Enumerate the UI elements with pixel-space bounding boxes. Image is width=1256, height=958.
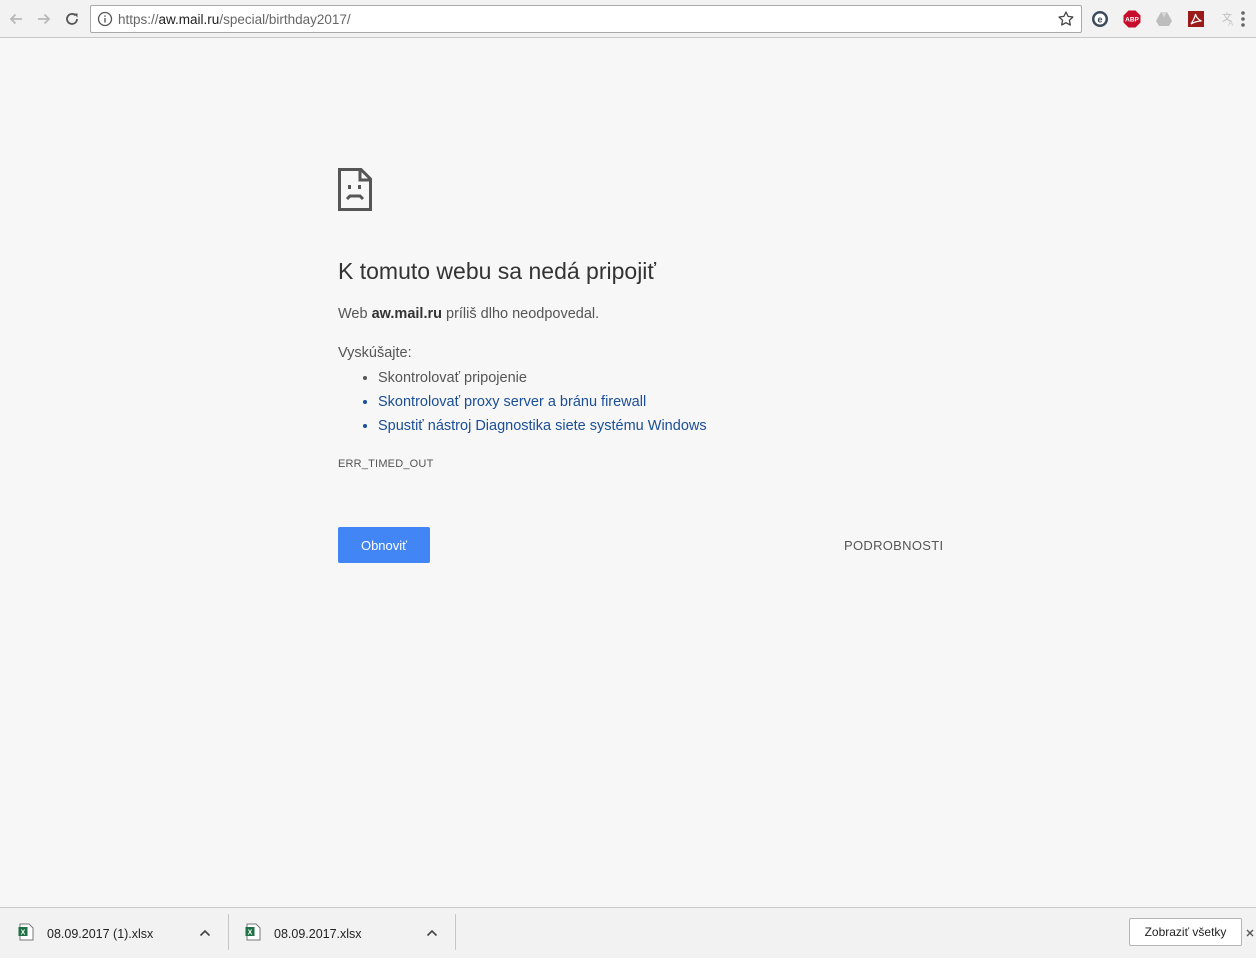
reload-button[interactable] <box>60 7 84 31</box>
suggestion-check-proxy-link[interactable]: Skontrolovať proxy server a bránu firewa… <box>378 390 707 414</box>
e-extension-icon[interactable]: e <box>1091 10 1109 28</box>
drive-icon[interactable] <box>1155 10 1173 28</box>
excel-file-icon: X <box>245 923 261 941</box>
forward-button[interactable] <box>32 7 56 31</box>
error-description-host: aw.mail.ru <box>371 306 442 322</box>
acrobat-icon[interactable] <box>1187 10 1205 28</box>
suggestion-check-connection: Skontrolovať pripojenie <box>378 366 707 390</box>
menu-icon[interactable] <box>1240 8 1246 30</box>
download-item[interactable]: X 08.09.2017 (1).xlsx <box>0 908 228 958</box>
browser-toolbar: https://aw.mail.ru/special/birthday2017/… <box>0 0 1256 38</box>
reload-page-button[interactable]: Obnoviť <box>338 527 430 563</box>
arrow-right-icon <box>38 13 51 25</box>
download-separator <box>455 914 456 950</box>
download-item[interactable]: X 08.09.2017.xlsx <box>229 908 455 958</box>
svg-text:X: X <box>21 930 26 937</box>
download-shelf: X 08.09.2017 (1).xlsx X 08.09.2017.xlsx … <box>0 907 1256 958</box>
info-icon[interactable] <box>97 11 113 27</box>
error-code: ERR_TIMED_OUT <box>338 458 434 470</box>
svg-text:A: A <box>1228 19 1234 28</box>
try-label: Vyskúšajte: <box>338 345 412 361</box>
svg-text:X: X <box>248 930 253 937</box>
address-bar[interactable]: https://aw.mail.ru/special/birthday2017/ <box>90 5 1082 33</box>
back-button[interactable] <box>4 7 28 31</box>
arrow-left-icon <box>9 13 22 25</box>
adblock-plus-icon[interactable]: ABP <box>1123 10 1141 28</box>
sad-page-icon <box>338 168 372 211</box>
excel-file-icon: X <box>18 923 34 941</box>
error-title: K tomuto webu sa nedá pripojiť <box>338 258 657 284</box>
suggestions-list: Skontrolovať pripojenie Skontrolovať pro… <box>338 366 707 438</box>
url-text[interactable]: https://aw.mail.ru/special/birthday2017/ <box>118 12 351 27</box>
error-description-prefix: Web <box>338 306 372 322</box>
svg-text:ABP: ABP <box>1125 17 1139 24</box>
url-host: aw.mail.ru <box>158 12 220 27</box>
details-button[interactable]: PODROBNOSTI <box>844 538 943 553</box>
suggestion-run-diagnostics-link[interactable]: Spustiť nástroj Diagnostika siete systém… <box>378 414 707 438</box>
url-scheme: https:// <box>118 12 159 27</box>
url-path: /special/birthday2017/ <box>219 12 351 27</box>
star-icon[interactable] <box>1057 10 1075 28</box>
error-description-suffix: príliš dlho neodpovedal. <box>441 306 600 322</box>
close-icon[interactable] <box>1246 929 1254 937</box>
translate-icon[interactable]: 文 A <box>1219 10 1237 28</box>
error-description: Web aw.mail.ru príliš dlho neodpovedal. <box>338 306 599 322</box>
reload-icon <box>66 13 78 25</box>
chevron-up-icon[interactable] <box>198 926 212 940</box>
download-filename: 08.09.2017 (1).xlsx <box>47 927 154 941</box>
show-all-downloads-button[interactable]: Zobraziť všetky <box>1129 918 1242 946</box>
download-filename: 08.09.2017.xlsx <box>274 927 362 941</box>
chevron-up-icon[interactable] <box>425 926 439 940</box>
svg-text:e: e <box>1097 15 1102 25</box>
